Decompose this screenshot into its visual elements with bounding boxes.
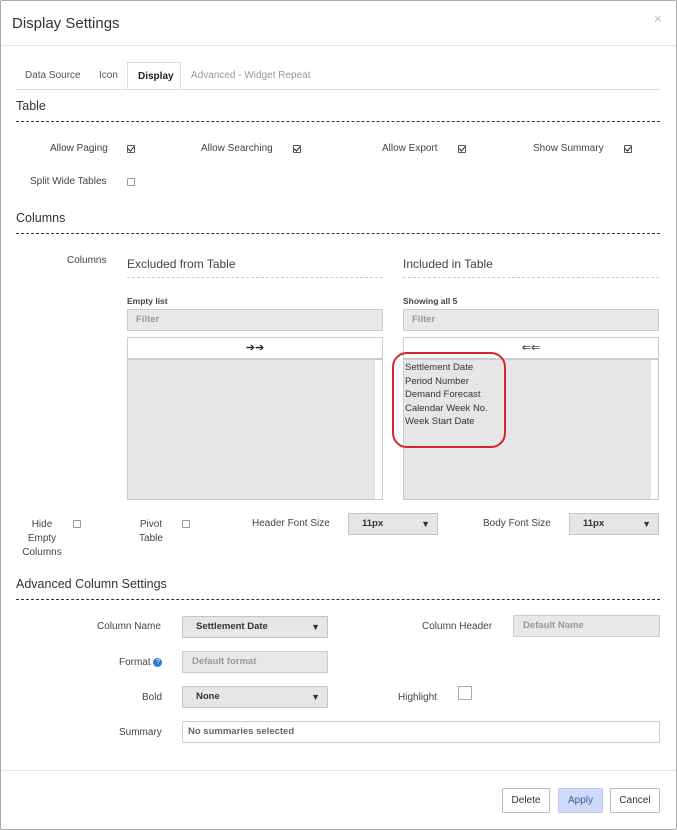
summary-label: Summary	[119, 727, 162, 738]
split-wide-tables-checkbox[interactable]	[127, 178, 135, 186]
apply-button[interactable]: Apply	[558, 788, 603, 813]
column-name-label: Column Name	[97, 621, 161, 632]
tab-icon[interactable]: Icon	[89, 62, 128, 90]
advanced-section-divider	[16, 599, 660, 600]
pivot-table-label: Pivot Table	[139, 519, 163, 544]
help-icon[interactable]: ?	[153, 658, 163, 667]
tab-data-source[interactable]: Data Source	[15, 62, 91, 90]
annotation-highlight	[392, 352, 506, 448]
table-section-divider	[16, 121, 660, 122]
allow-searching-checkbox[interactable]	[293, 145, 301, 153]
tab-display[interactable]: Display	[127, 62, 181, 90]
excluded-status: Empty list	[127, 296, 168, 306]
columns-section-heading: Columns	[16, 211, 66, 225]
footer-divider	[1, 770, 676, 771]
highlight-label: Highlight	[398, 692, 437, 703]
header-divider	[1, 45, 676, 46]
excluded-list-scrollbar[interactable]	[374, 360, 382, 499]
body-font-size-label: Body Font Size	[483, 518, 551, 529]
move-all-right-button[interactable]: ➔➔	[127, 337, 383, 359]
allow-export-checkbox[interactable]	[458, 145, 466, 153]
dialog-title: Display Settings	[12, 15, 120, 32]
table-section-heading: Table	[16, 99, 46, 113]
caret-down-icon: ▼	[642, 519, 651, 529]
delete-button[interactable]: Delete	[502, 788, 550, 813]
included-heading: Included in Table	[403, 257, 493, 271]
column-header-label: Column Header	[422, 621, 493, 632]
column-header-input[interactable]: Default Name	[513, 615, 660, 637]
included-status: Showing all 5	[403, 296, 458, 306]
allow-searching-label: Allow Searching	[201, 143, 273, 154]
hide-empty-label: Hide Empty Columns	[22, 519, 62, 558]
caret-down-icon: ▼	[311, 622, 320, 632]
included-filter-input[interactable]: Filter	[403, 309, 659, 331]
included-divider	[403, 277, 659, 278]
excluded-filter-input[interactable]: Filter	[127, 309, 383, 331]
included-list-scrollbar[interactable]	[650, 360, 658, 499]
caret-down-icon: ▼	[311, 692, 320, 702]
allow-paging-checkbox[interactable]	[127, 145, 135, 153]
format-label: Format ?	[119, 657, 163, 668]
excluded-heading: Excluded from Table	[127, 257, 236, 271]
split-wide-tables-label: Split Wide Tables	[30, 176, 107, 187]
close-icon[interactable]: ×	[654, 11, 662, 26]
columns-section-divider	[16, 233, 660, 234]
caret-down-icon: ▼	[421, 519, 430, 529]
pivot-table-checkbox[interactable]	[182, 520, 190, 528]
columns-label: Columns	[67, 255, 107, 266]
highlight-checkbox[interactable]	[458, 686, 472, 700]
show-summary-checkbox[interactable]	[624, 145, 632, 153]
show-summary-label: Show Summary	[533, 143, 604, 154]
allow-export-label: Allow Export	[382, 143, 438, 154]
cancel-button[interactable]: Cancel	[610, 788, 660, 813]
bold-select[interactable]: None ▼	[182, 686, 328, 708]
header-font-size-label: Header Font Size	[252, 518, 330, 529]
format-input[interactable]: Default format	[182, 651, 328, 673]
excluded-list[interactable]	[127, 359, 383, 500]
summary-select[interactable]: No summaries selected	[182, 721, 660, 743]
hide-empty-checkbox[interactable]	[73, 520, 81, 528]
allow-paging-label: Allow Paging	[50, 143, 108, 154]
column-name-select[interactable]: Settlement Date ▼	[182, 616, 328, 638]
excluded-divider	[127, 277, 383, 278]
advanced-section-heading: Advanced Column Settings	[16, 577, 167, 591]
tab-baseline	[16, 89, 660, 90]
header-font-size-select[interactable]: 11px ▼	[348, 513, 438, 535]
tab-advanced-widget-repeat[interactable]: Advanced - Widget Repeat	[181, 62, 321, 90]
body-font-size-select[interactable]: 11px ▼	[569, 513, 659, 535]
bold-label: Bold	[142, 692, 163, 703]
